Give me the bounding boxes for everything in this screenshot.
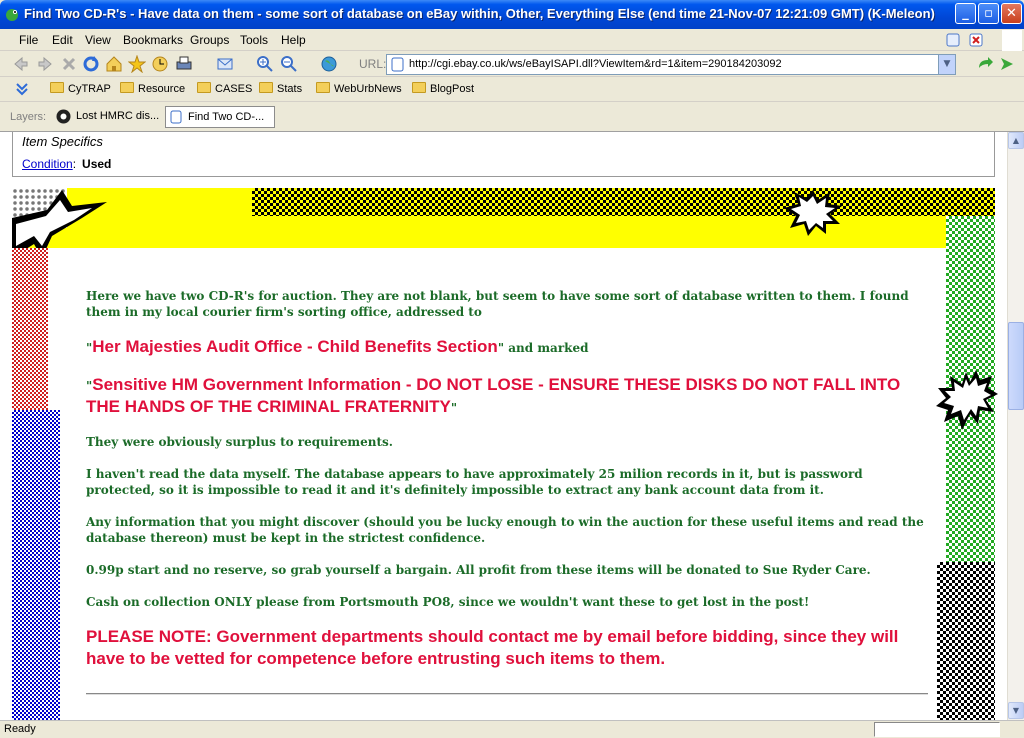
layer-tab-find-two-cd[interactable]: Find Two CD-... (165, 106, 275, 128)
bookmark-label: Stats (277, 83, 303, 95)
bookmark-cytrap[interactable]: CyTRAP (50, 82, 111, 95)
and-marked-text: and marked (504, 341, 589, 355)
layer-tab-label: Find Two CD-... (188, 111, 265, 123)
marked-text: Sensitive HM Government Information - DO… (86, 375, 901, 416)
url-text: http://cgi.ebay.co.uk/ws/eBayISAPI.dll?V… (409, 58, 782, 70)
addressed-to-line: "Her Majesties Audit Office - Child Bene… (86, 336, 926, 358)
status-bar: Ready (0, 720, 1024, 738)
page-content: Item Specifics Condition: Used Here we ha… (0, 132, 1007, 720)
go-icon[interactable] (976, 55, 994, 73)
minimize-button[interactable]: _ (955, 3, 976, 24)
layer-tab-label: Lost HMRC dis... (76, 110, 160, 122)
site-favicon-icon (56, 109, 71, 124)
status-progress-panel (874, 722, 1000, 737)
scroll-down-arrow[interactable]: ▼ (1008, 702, 1024, 719)
zoom-out-icon[interactable] (280, 55, 298, 73)
bookmark-label: WebUrbNews (334, 83, 402, 95)
addressed-to-text: Her Majesties Audit Office - Child Benef… (92, 337, 498, 356)
folder-icon (316, 82, 330, 93)
folder-icon (412, 82, 426, 93)
menu-groups[interactable]: Groups (190, 33, 229, 47)
page-icon (391, 57, 404, 72)
home-icon[interactable] (105, 55, 123, 73)
vertical-scrollbar[interactable]: ▲ ▼ (1007, 132, 1024, 720)
scroll-up-arrow[interactable]: ▲ (1008, 132, 1024, 149)
description-collection: Cash on collection ONLY please from Port… (86, 595, 810, 609)
description-start-price: 0.99p start and no reserve, so grab your… (86, 563, 871, 577)
folder-icon (50, 82, 64, 93)
starburst-top-icon (784, 190, 842, 236)
bookmark-star-icon[interactable] (128, 55, 146, 73)
reload-icon[interactable] (82, 55, 100, 73)
close-tab-icon[interactable] (968, 32, 984, 48)
zoom-in-icon[interactable] (256, 55, 274, 73)
layer-tab-lost-hmrc[interactable]: Lost HMRC dis... (54, 106, 163, 128)
blue-checkered-border (12, 410, 60, 720)
status-text: Ready (4, 723, 36, 735)
new-window-icon[interactable] (945, 32, 961, 48)
please-note: PLEASE NOTE: Government departments shou… (86, 627, 899, 668)
maximize-button[interactable]: ▫ (978, 3, 999, 24)
print-icon[interactable] (175, 55, 193, 73)
menu-help[interactable]: Help (281, 33, 306, 47)
bookmark-resource[interactable]: Resource (120, 82, 185, 95)
url-dropdown-button[interactable]: ▼ (938, 55, 955, 74)
bookmark-label: CyTRAP (68, 83, 111, 95)
folder-icon (120, 82, 134, 93)
bookmark-label: Resource (138, 83, 186, 95)
menu-file[interactable]: File (19, 33, 38, 47)
stop-icon[interactable] (60, 55, 78, 73)
black-checkered-border (937, 562, 995, 720)
globe-icon[interactable] (320, 55, 338, 73)
condition-separator: : (72, 157, 77, 171)
menu-bar: File Edit View Bookmarks Groups Tools He… (0, 29, 1024, 70)
mail-icon[interactable] (216, 55, 234, 73)
description-data: I haven't read the data myself. The data… (86, 467, 863, 497)
bookmark-cases[interactable]: CASES (197, 82, 252, 95)
history-icon[interactable] (151, 55, 169, 73)
url-label: URL: (359, 57, 387, 71)
menu-tools[interactable]: Tools (240, 33, 268, 47)
marked-line: "Sensitive HM Government Information - D… (86, 374, 926, 418)
layers-label: Layers: (10, 111, 47, 123)
description-intro: Here we have two CD-R's for auction. The… (86, 289, 909, 319)
item-specifics-box: Item Specifics Condition: Used (12, 132, 995, 177)
window-title: Find Two CD-R's - Have data on them - so… (24, 6, 935, 21)
quote-mark: " (450, 401, 458, 415)
condition-row: Condition: Used (22, 157, 111, 171)
scrollbar-thumb[interactable] (1008, 322, 1024, 410)
k-meleon-app-icon (6, 9, 18, 21)
folder-icon (197, 82, 211, 93)
menu-bookmarks[interactable]: Bookmarks (123, 33, 183, 47)
menu-edit[interactable]: Edit (52, 33, 73, 47)
navigation-toolbar: URL: http://cgi.ebay.co.uk/ws/eBayISAPI.… (0, 51, 1024, 77)
divider (86, 693, 928, 695)
menu-view[interactable]: View (85, 33, 111, 47)
bookmark-blogpost[interactable]: BlogPost (412, 82, 474, 95)
bookmark-stats[interactable]: Stats (259, 82, 302, 95)
layers-bar: Layers: Lost HMRC dis... Find Two CD-... (0, 102, 1024, 132)
bookmarks-menu-icon[interactable] (14, 82, 30, 96)
bookmark-label: BlogPost (430, 83, 475, 95)
red-checkered-border (12, 248, 48, 410)
checkered-banner-strip (252, 188, 995, 216)
url-input[interactable]: http://cgi.ebay.co.uk/ws/eBayISAPI.dll?V… (386, 54, 956, 75)
item-specifics-header: Item Specifics (22, 134, 103, 149)
condition-link[interactable]: Condition (22, 157, 73, 171)
page-icon (170, 110, 182, 124)
bookmark-label: CASES (215, 83, 253, 95)
starburst-right-icon (936, 370, 998, 430)
condition-value: Used (82, 157, 112, 171)
search-go-icon[interactable] (998, 55, 1016, 73)
description-surplus: They were obviously surplus to requireme… (86, 435, 393, 449)
forward-icon[interactable] (36, 55, 54, 73)
back-icon[interactable] (12, 55, 30, 73)
bookmarks-bar: CyTRAP Resource CASES Stats WebUrbNews B… (0, 77, 1024, 102)
description-confidence: Any information that you might discover … (86, 515, 924, 545)
window-title-bar[interactable]: Find Two CD-R's - Have data on them - so… (0, 0, 1024, 29)
close-window-button[interactable]: ✕ (1001, 3, 1022, 24)
bookmark-weburbnews[interactable]: WebUrbNews (316, 82, 402, 95)
folder-icon (259, 82, 273, 93)
item-description: Here we have two CD-R's for auction. The… (12, 188, 998, 720)
